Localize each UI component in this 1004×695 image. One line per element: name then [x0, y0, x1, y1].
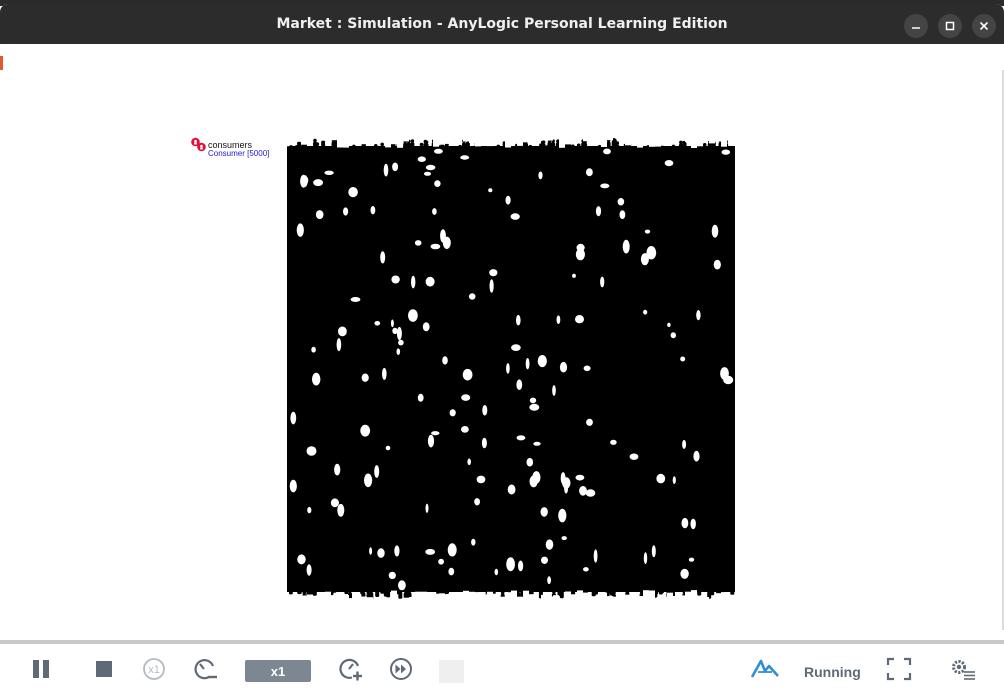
- blank-control: [439, 660, 464, 683]
- stop-icon: [96, 661, 112, 677]
- speed-up-icon: [339, 658, 362, 681]
- minimize-button[interactable]: [904, 14, 928, 38]
- speed-indicator[interactable]: x1: [245, 660, 311, 682]
- run-status: Running: [804, 664, 861, 680]
- fullscreen-icon: [886, 657, 912, 681]
- speed-up-button[interactable]: [338, 658, 364, 681]
- simulation-toolbar: x1 x1 Running: [0, 644, 1004, 695]
- simulation-window: Market : Simulation - AnyLogic Personal …: [0, 4, 1004, 695]
- close-icon: [979, 21, 989, 31]
- population-type[interactable]: Consumer [5000]: [208, 149, 269, 158]
- slow-down-icon: [194, 659, 217, 680]
- pause-button[interactable]: [30, 658, 52, 680]
- close-button[interactable]: [972, 14, 996, 38]
- maximize-icon: [945, 21, 955, 31]
- window-title: Market : Simulation - AnyLogic Personal …: [276, 16, 728, 32]
- settings-icon: [952, 660, 975, 680]
- left-edge-accent: [0, 56, 3, 70]
- anylogic-logo-icon: [750, 659, 779, 678]
- slow-down-button[interactable]: [193, 658, 219, 680]
- anylogic-logo[interactable]: [750, 658, 780, 680]
- fast-forward-button[interactable]: [389, 658, 413, 680]
- model-canvas[interactable]: consumers Consumer [5000]: [0, 44, 1004, 640]
- run-x1-button[interactable]: x1: [142, 658, 166, 680]
- pause-icon: [33, 660, 49, 678]
- fullscreen-button[interactable]: [886, 657, 912, 681]
- fast-forward-icon: [390, 658, 412, 680]
- agents-crowd[interactable]: [283, 136, 739, 602]
- x1-circle-icon: x1: [143, 658, 165, 680]
- maximize-button[interactable]: [938, 14, 962, 38]
- stop-button[interactable]: [94, 658, 114, 680]
- minimize-icon: [912, 27, 920, 29]
- title-bar[interactable]: Market : Simulation - AnyLogic Personal …: [0, 4, 1004, 44]
- settings-button[interactable]: [949, 658, 977, 680]
- agent-population-icon[interactable]: [190, 137, 208, 153]
